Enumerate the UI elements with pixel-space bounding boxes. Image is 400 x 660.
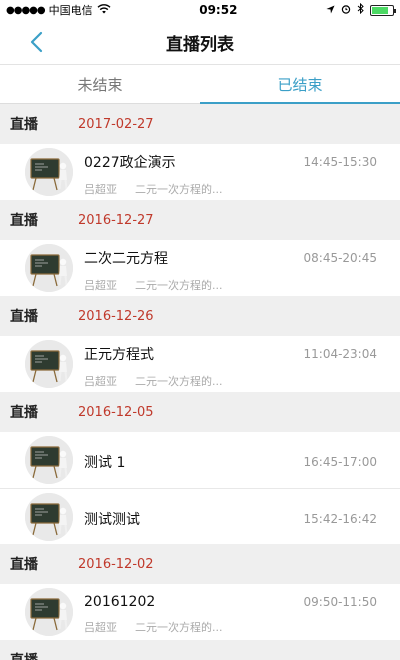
blackboard-thumbnail-icon — [25, 588, 73, 636]
live-item[interactable]: 正元方程式 11:04-23:04 吕超亚 二元一次方程的... — [0, 336, 400, 392]
item-main-row: 正元方程式 11:04-23:04 — [84, 344, 377, 364]
item-time: 14:45-15:30 — [303, 154, 378, 169]
blackboard-thumbnail-icon — [25, 340, 73, 388]
item-time: 16:45-17:00 — [303, 455, 378, 469]
section-type: 直播 — [10, 117, 38, 133]
bluetooth-icon — [357, 2, 364, 17]
blackboard-thumbnail-icon — [25, 148, 73, 196]
section-header: 直播 2017-02-27 — [0, 104, 400, 144]
live-item[interactable]: 二次二元方程 08:45-20:45 吕超亚 二元一次方程的... — [0, 240, 400, 296]
item-time: 08:45-20:45 — [303, 250, 378, 265]
item-teacher: 吕超亚 — [84, 620, 117, 634]
status-bar: ●●●●● 中国电信 09:52 — [0, 0, 400, 20]
section-header: 直播 2016-12-02 — [0, 544, 400, 584]
item-teacher: 吕超亚 — [84, 278, 117, 292]
section-header: 直播 2016-12-05 — [0, 392, 400, 432]
item-body: 0227政企演示 14:45-15:30 吕超亚 二元一次方程的... — [84, 144, 400, 200]
item-time: 15:42-16:42 — [303, 511, 378, 526]
signal-strength-icon: ●●●●● — [6, 4, 46, 16]
back-button[interactable] — [22, 28, 50, 56]
blackboard-thumbnail-icon — [25, 436, 73, 484]
section-date: 2017-02-27 — [78, 116, 154, 132]
item-title: 测试 1 — [84, 455, 126, 471]
item-description: 二元一次方程的... — [135, 620, 223, 634]
live-item[interactable]: 20161202 09:50-11:50 吕超亚 二元一次方程的... — [0, 584, 400, 640]
status-right — [326, 2, 396, 17]
item-time: 09:50-11:50 — [303, 594, 378, 609]
item-title: 二次二元方程 — [84, 250, 168, 267]
item-body: 测试 1 16:45-17:00 — [84, 432, 400, 488]
tab-ongoing[interactable]: 未结束 — [0, 65, 200, 103]
section-date: 2016-12-02 — [78, 556, 154, 572]
item-time: 11:04-23:04 — [303, 346, 378, 361]
battery-level — [372, 6, 388, 14]
wifi-icon — [97, 3, 111, 17]
section-date: 2016-12-26 — [78, 308, 154, 324]
tab-bar: 未结束 已结束 — [0, 64, 400, 104]
item-title: 0227政企演示 — [84, 154, 176, 171]
navigation-bar: 直播列表 — [0, 20, 400, 64]
live-list: 直播 2017-02-27 0227政企演示 14:45-15:30 吕超亚 二元一次方程… — [0, 104, 400, 660]
alarm-icon — [341, 4, 351, 17]
section-date: 2016-12-27 — [78, 212, 154, 228]
battery-icon — [370, 4, 396, 16]
item-main-row: 20161202 09:50-11:50 — [84, 594, 377, 610]
section-header: 直播 — [0, 640, 400, 660]
item-title: 20161202 — [84, 593, 156, 610]
live-item[interactable]: 测试 1 16:45-17:00 — [0, 432, 400, 488]
item-sub-row: 吕超亚 二元一次方程的... — [84, 373, 377, 389]
item-description: 二元一次方程的... — [135, 278, 223, 292]
item-description: 二元一次方程的... — [135, 374, 223, 388]
live-item[interactable]: 0227政企演示 14:45-15:30 吕超亚 二元一次方程的... — [0, 144, 400, 200]
carrier-label: 中国电信 — [48, 4, 93, 17]
item-sub-row: 吕超亚 二元一次方程的... — [84, 619, 377, 635]
section-date: 2016-12-05 — [78, 404, 154, 420]
item-body: 20161202 09:50-11:50 吕超亚 二元一次方程的... — [84, 584, 400, 640]
status-left: ●●●●● 中国电信 — [6, 2, 111, 18]
item-title: 正元方程式 — [84, 346, 154, 363]
chevron-left-icon — [30, 31, 43, 53]
item-main-row: 测试测试 15:42-16:42 — [84, 509, 377, 529]
section-type: 直播 — [10, 650, 78, 660]
section-type: 直播 — [10, 213, 38, 229]
item-title: 测试测试 — [84, 511, 140, 528]
section-type: 直播 — [10, 309, 38, 325]
item-main-row: 0227政企演示 14:45-15:30 — [84, 152, 377, 172]
item-teacher: 吕超亚 — [84, 182, 117, 196]
item-body: 测试测试 15:42-16:42 — [84, 489, 400, 544]
item-body: 二次二元方程 08:45-20:45 吕超亚 二元一次方程的... — [84, 240, 400, 296]
item-sub-row: 吕超亚 二元一次方程的... — [84, 277, 377, 293]
item-body: 正元方程式 11:04-23:04 吕超亚 二元一次方程的... — [84, 336, 400, 392]
blackboard-thumbnail-icon — [25, 492, 73, 541]
live-item[interactable]: 测试测试 15:42-16:42 — [0, 488, 400, 544]
item-sub-row: 吕超亚 二元一次方程的... — [84, 181, 377, 197]
clock: 09:52 — [199, 3, 238, 17]
item-main-row: 二次二元方程 08:45-20:45 — [84, 248, 377, 268]
section-type: 直播 — [10, 557, 38, 573]
blackboard-thumbnail-icon — [25, 244, 73, 292]
location-icon — [326, 4, 335, 17]
item-main-row: 测试 1 16:45-17:00 — [84, 452, 377, 472]
section-header: 直播 2016-12-26 — [0, 296, 400, 336]
item-description: 二元一次方程的... — [135, 182, 223, 196]
section-header: 直播 2016-12-27 — [0, 200, 400, 240]
section-type: 直播 — [10, 405, 38, 421]
item-teacher: 吕超亚 — [84, 374, 117, 388]
tab-ended[interactable]: 已结束 — [200, 65, 400, 104]
page-title: 直播列表 — [166, 34, 234, 55]
